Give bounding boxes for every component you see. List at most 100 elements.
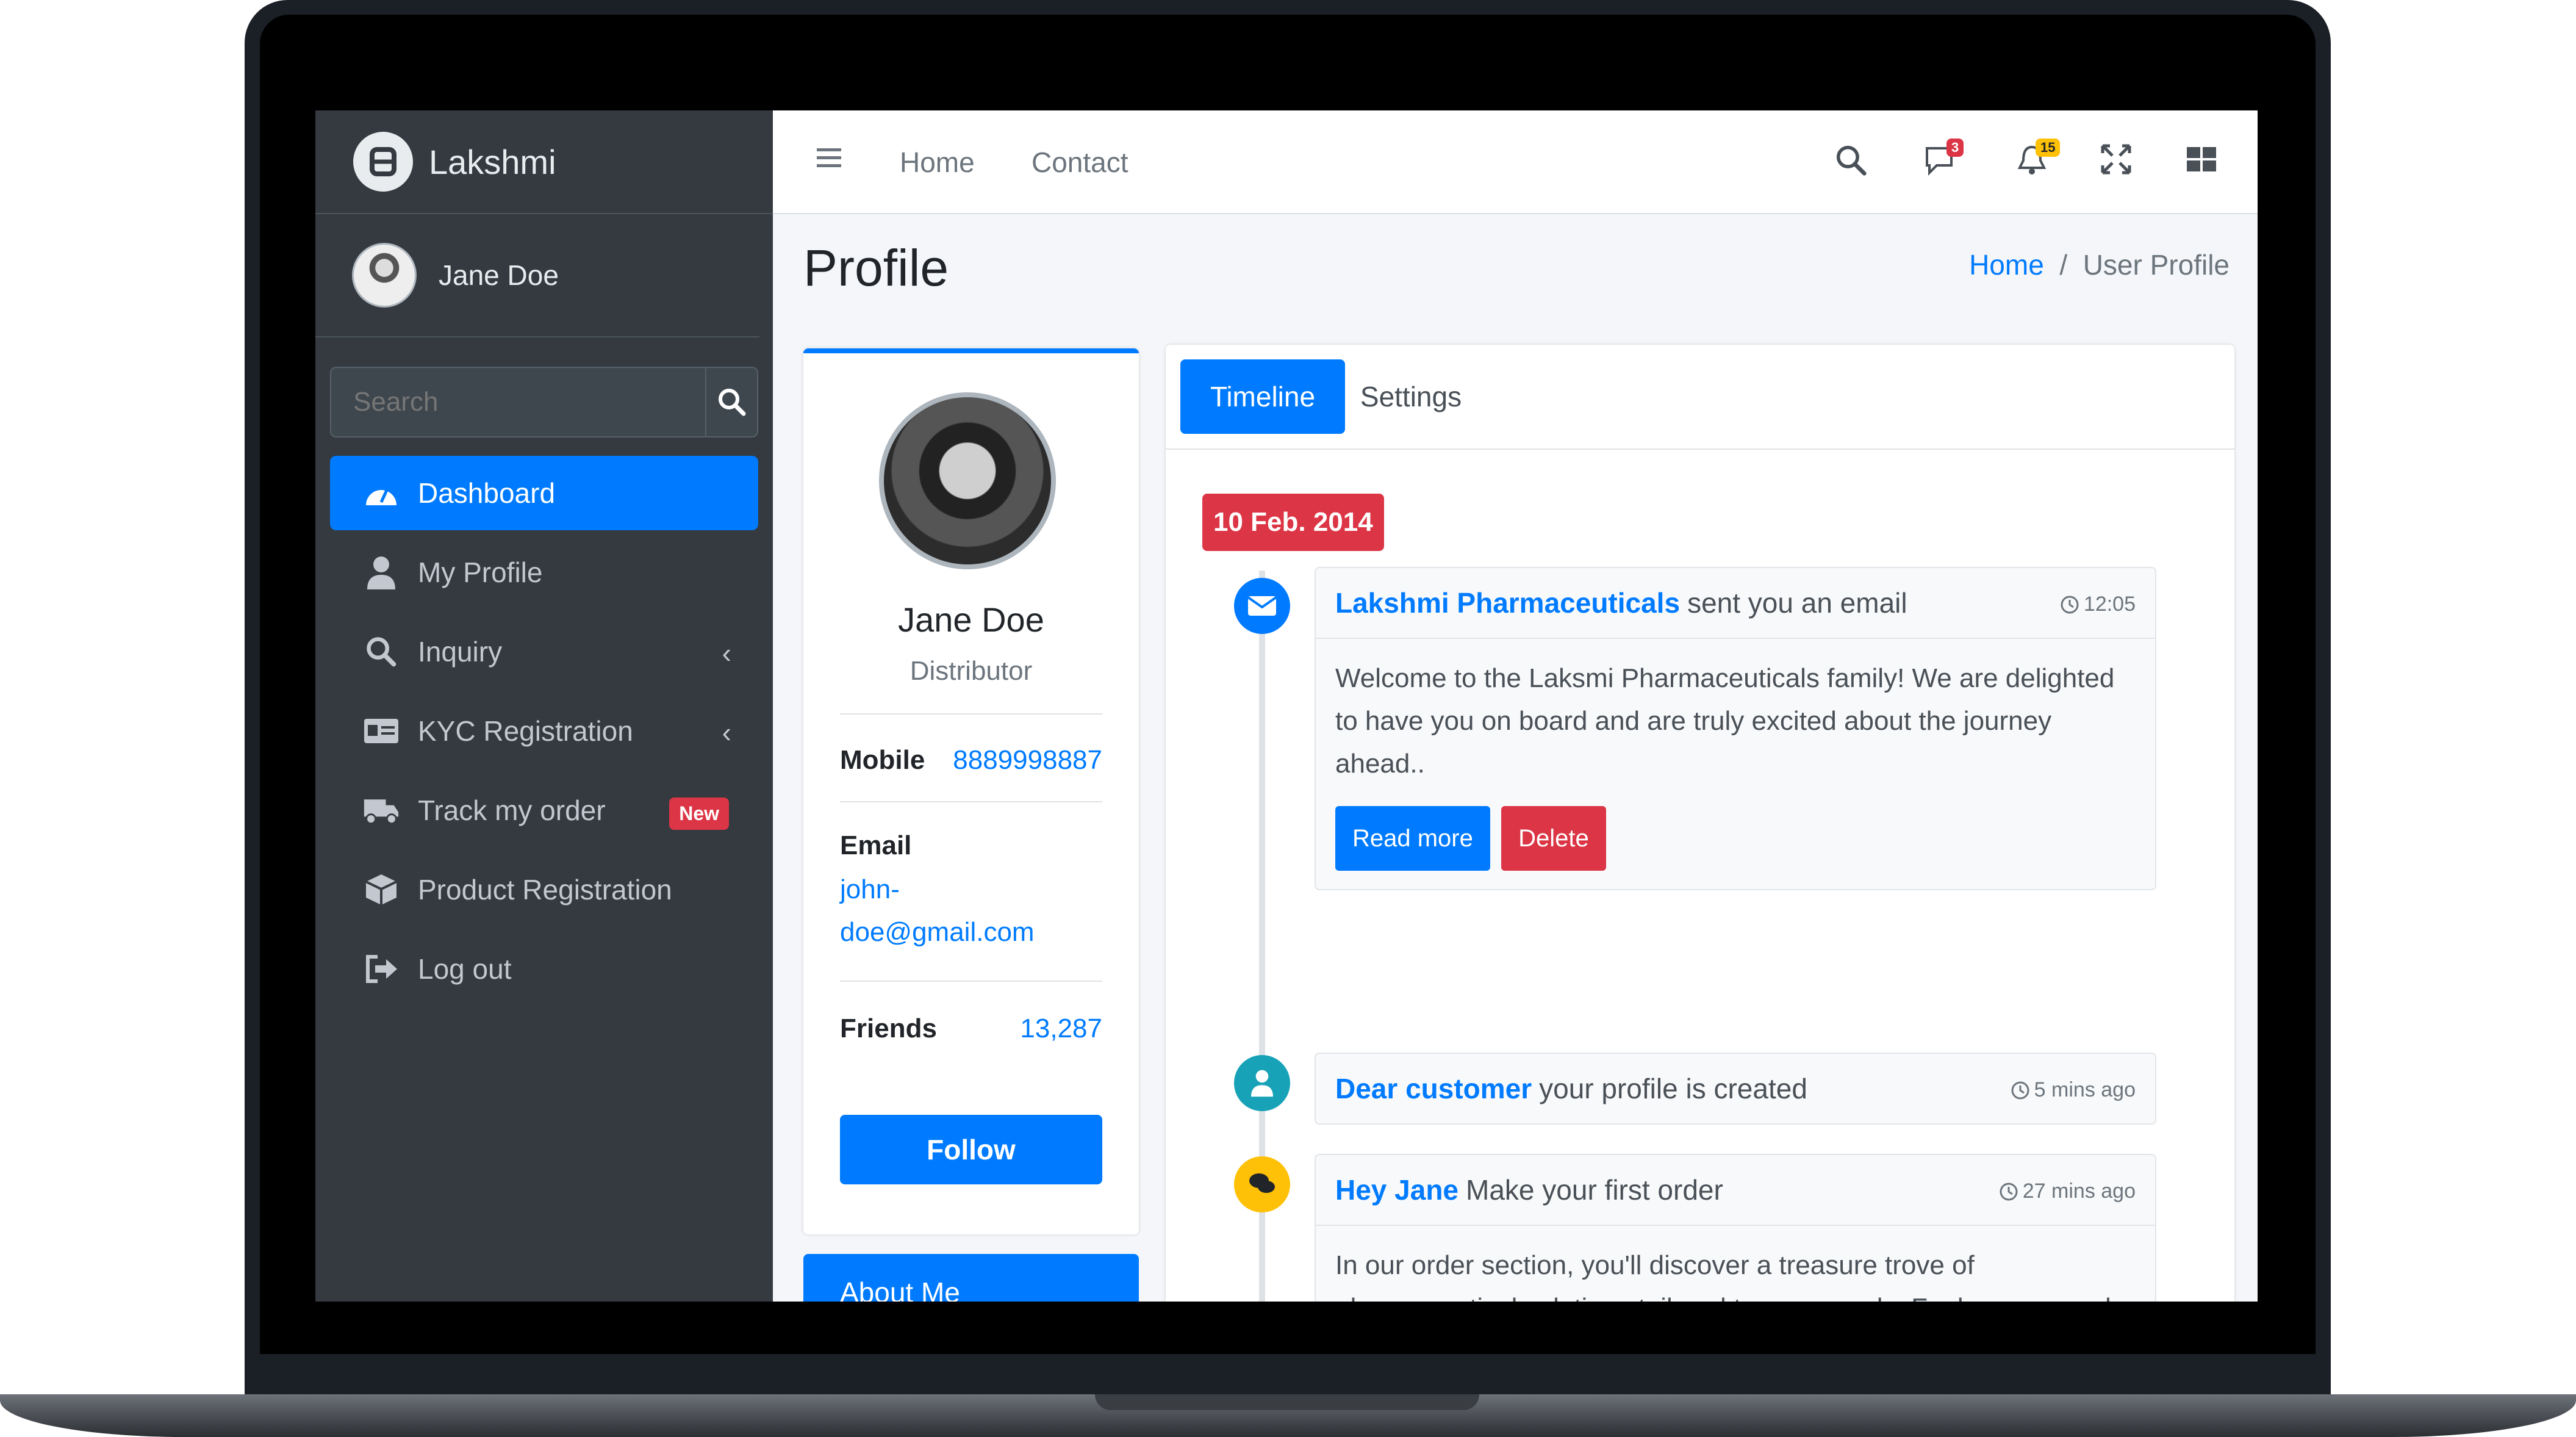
timeline-tabs: Timeline Settings — [1166, 345, 2234, 450]
timeline-item-time: 12:05 — [2059, 592, 2136, 616]
sidebar-item-label: Dashboard — [418, 477, 556, 509]
timeline-card: Timeline Settings 10 Feb. 2014 Lakshmi P… — [1166, 345, 2234, 1302]
nav-link-home[interactable]: Home — [900, 146, 975, 179]
clock-icon — [2011, 1081, 2029, 1099]
user-icon — [363, 554, 400, 591]
breadcrumb-separator: / — [2051, 249, 2083, 281]
user-icon — [1234, 1055, 1290, 1111]
sidebar-item-label: Product Registration — [418, 874, 672, 906]
mobile-value[interactable]: 8889998887 — [953, 745, 1102, 776]
search-icon[interactable] — [1834, 143, 1871, 180]
nav-link-contact[interactable]: Contact — [1031, 146, 1128, 179]
timeline-item-header: Hey Jane Make your first order 27 mins a… — [1316, 1155, 2155, 1225]
sidebar-search-button[interactable] — [705, 367, 758, 438]
user-panel[interactable]: Jane Doe — [315, 214, 759, 337]
mobile-row: Mobile 8889998887 — [840, 713, 1102, 801]
timeline-item-header: Dear customer your profile is created 5 … — [1316, 1054, 2155, 1123]
friends-label: Friends — [840, 1014, 937, 1043]
timeline-item-body: Welcome to the Laksmi Pharmaceuticals fa… — [1316, 638, 2155, 889]
timeline-date-label: 10 Feb. 2014 — [1202, 494, 1384, 551]
profile-card: Jane Doe Distributor Mobile 8889998887 E… — [803, 348, 1139, 1234]
timeline-item-time: 27 mins ago — [1998, 1179, 2136, 1203]
page-title: Profile — [803, 239, 949, 297]
chevron-left-icon: ‹ — [722, 716, 731, 748]
delete-button[interactable]: Delete — [1501, 806, 1606, 871]
friends-row: Friends 13,287 — [840, 981, 1102, 1073]
notifications-badge: 15 — [2036, 139, 2061, 157]
sidebar-search-input[interactable] — [330, 367, 705, 438]
sidebar: Lakshmi Jane Doe Dashboard My Profile In… — [315, 110, 773, 1302]
avatar — [352, 243, 417, 308]
sidebar-item-label: KYC Registration — [418, 715, 633, 747]
brand-name: Lakshmi — [429, 142, 556, 181]
laptop-notch — [1095, 1394, 1479, 1410]
chevron-left-icon: ‹ — [722, 637, 731, 669]
about-me-card-header[interactable]: About Me — [803, 1254, 1139, 1302]
sidebar-item-label: My Profile — [418, 556, 543, 588]
read-more-button[interactable]: Read more — [1335, 806, 1490, 871]
search-icon — [718, 389, 745, 416]
sidebar-item-dashboard[interactable]: Dashboard — [330, 456, 758, 530]
truck-icon — [363, 792, 400, 829]
top-navbar: Home Contact 3 15 — [773, 110, 2258, 214]
box-icon — [363, 871, 400, 908]
breadcrumb-home[interactable]: Home — [1969, 249, 2044, 281]
sidebar-item-kyc-registration[interactable]: KYC Registration ‹ — [330, 694, 758, 768]
messages-icon[interactable]: 3 — [1923, 139, 1964, 180]
friends-value[interactable]: 13,287 — [1020, 1014, 1102, 1044]
timeline-item-footer: Read more Delete — [1335, 806, 2136, 871]
brand-logo — [353, 132, 413, 192]
tachometer-icon — [363, 475, 400, 511]
timeline-item-time-text: 12:05 — [2083, 592, 2136, 616]
email-value-line2[interactable]: doe@gmail.com — [840, 917, 1035, 948]
timeline-item: Dear customer your profile is created 5 … — [1315, 1053, 2156, 1125]
tab-timeline[interactable]: Timeline — [1180, 359, 1345, 434]
brand-link[interactable]: Lakshmi — [315, 110, 773, 214]
sidebar-item-inquiry[interactable]: Inquiry ‹ — [330, 614, 758, 689]
app-screen: Lakshmi Jane Doe Dashboard My Profile In… — [315, 110, 2258, 1302]
grid-apps-icon[interactable] — [2186, 143, 2222, 180]
email-row: Email john- doe@gmail.com — [840, 801, 1102, 981]
new-badge: New — [669, 798, 729, 830]
timeline-item-time: 5 mins ago — [2010, 1078, 2136, 1102]
sidebar-item-log-out[interactable]: Log out — [330, 932, 758, 1006]
sidebar-item-my-profile[interactable]: My Profile — [330, 535, 758, 610]
email-label: Email — [840, 830, 912, 860]
envelope-icon — [1234, 578, 1290, 634]
clock-icon — [2000, 1183, 2018, 1200]
email-value-line1[interactable]: john- — [840, 874, 900, 905]
tab-settings[interactable]: Settings — [1356, 359, 1466, 434]
messages-badge: 3 — [1946, 139, 1964, 157]
fullscreen-icon[interactable] — [2100, 143, 2137, 180]
timeline-item-body: In our order section, you'll discover a … — [1316, 1225, 2155, 1302]
timeline-item-time-text: 27 mins ago — [2022, 1179, 2136, 1203]
sidebar-item-label: Log out — [418, 953, 512, 985]
hamburger-menu-icon[interactable] — [814, 143, 851, 180]
sidebar-item-track-my-order[interactable]: Track my order New — [330, 773, 758, 848]
sign-out-icon — [363, 951, 400, 987]
search-icon — [363, 633, 400, 670]
timeline-item-sender[interactable]: Hey Jane — [1335, 1173, 1458, 1206]
bell-icon[interactable]: 15 — [2015, 139, 2061, 180]
timeline-item: Hey Jane Make your first order 27 mins a… — [1315, 1154, 2156, 1302]
profile-stats-list: Mobile 8889998887 Email john- doe@gmail.… — [840, 713, 1102, 1073]
mobile-label: Mobile — [840, 745, 925, 775]
comments-icon — [1234, 1156, 1290, 1212]
timeline-item-action: your profile is created — [1539, 1073, 1807, 1104]
sidebar-item-label: Inquiry — [418, 636, 503, 668]
profile-role: Distributor — [909, 656, 1033, 686]
clock-icon — [2061, 596, 2079, 613]
profile-photo — [879, 392, 1056, 569]
timeline-item-sender[interactable]: Lakshmi Pharmaceuticals — [1335, 586, 1680, 619]
timeline-item-time-text: 5 mins ago — [2034, 1078, 2136, 1101]
follow-button[interactable]: Follow — [840, 1115, 1102, 1184]
timeline-item-text: In our order section, you'll discover a … — [1335, 1250, 2111, 1302]
sidebar-nav: Dashboard My Profile Inquiry ‹ KYC Regis… — [315, 456, 773, 1006]
sidebar-item-product-registration[interactable]: Product Registration — [330, 852, 758, 927]
user-name[interactable]: Jane Doe — [439, 259, 559, 292]
timeline-item-action: Make your first order — [1466, 1174, 1723, 1206]
breadcrumb: Home / User Profile — [1969, 248, 2230, 281]
breadcrumb-current: User Profile — [2083, 249, 2230, 281]
timeline-item: Lakshmi Pharmaceuticals sent you an emai… — [1315, 567, 2156, 890]
timeline-item-sender[interactable]: Dear customer — [1335, 1072, 1532, 1105]
